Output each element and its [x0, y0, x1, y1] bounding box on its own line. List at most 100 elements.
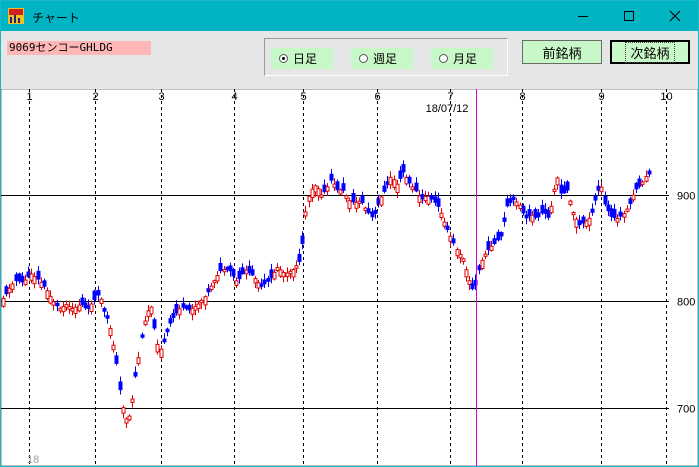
up-candle — [291, 269, 296, 278]
period-monthly-label: 月足 — [453, 52, 478, 66]
maximize-icon — [624, 11, 634, 21]
down-candle — [603, 196, 608, 205]
radio-unselected-icon — [359, 54, 368, 63]
down-candle — [382, 185, 387, 192]
period-daily-label: 日足 — [293, 52, 318, 66]
up-candle — [111, 344, 116, 351]
down-candle — [140, 334, 145, 338]
up-candle — [489, 245, 494, 251]
down-candle — [618, 211, 623, 217]
up-candle — [253, 278, 258, 284]
window-title: チャート — [32, 11, 80, 25]
price-label: 800 — [677, 297, 695, 309]
down-candle — [266, 277, 271, 282]
up-candle — [121, 407, 126, 414]
up-candle — [149, 306, 154, 315]
month-label: 1 — [26, 91, 32, 103]
up-candle — [480, 259, 485, 269]
down-candle — [511, 196, 516, 201]
up-candle — [555, 177, 560, 186]
radio-selected-icon — [279, 54, 288, 63]
down-candle — [351, 192, 356, 203]
down-candle — [168, 318, 173, 324]
down-candle — [451, 238, 456, 244]
up-candle — [143, 320, 148, 326]
down-candle — [360, 195, 365, 203]
maximize-button[interactable] — [606, 1, 652, 31]
up-candle — [458, 253, 463, 259]
down-candle — [152, 319, 157, 329]
up-candle — [631, 194, 636, 201]
down-candle — [590, 208, 595, 213]
up-candle — [99, 298, 104, 304]
radio-unselected-icon — [439, 54, 448, 63]
up-candle — [640, 181, 645, 185]
up-candle — [568, 200, 573, 206]
up-candle — [625, 208, 630, 212]
up-candle — [615, 217, 620, 223]
up-candle — [177, 308, 182, 316]
down-candle — [171, 312, 176, 319]
down-candle — [366, 208, 371, 214]
up-candle — [108, 327, 113, 337]
up-candle — [215, 275, 220, 282]
minimize-button[interactable] — [560, 1, 606, 31]
down-candle — [593, 195, 598, 201]
down-candle — [262, 279, 267, 285]
up-candle — [461, 258, 466, 263]
month-label: 2 — [92, 91, 98, 103]
up-candle — [1, 297, 6, 307]
down-candle — [133, 371, 138, 377]
down-candle — [162, 338, 167, 343]
up-candle — [325, 186, 330, 192]
up-candle — [127, 415, 132, 421]
up-candle — [514, 201, 519, 207]
month-label: 6 — [374, 91, 380, 103]
up-candle — [571, 212, 576, 216]
up-candle — [234, 280, 239, 286]
up-candle — [464, 269, 469, 278]
up-candle — [10, 283, 15, 290]
up-candle — [379, 196, 384, 206]
period-monthly-radio[interactable]: 月足 — [431, 48, 493, 69]
down-candle — [536, 212, 541, 218]
down-candle — [401, 164, 406, 173]
up-candle — [272, 271, 277, 280]
up-candle — [281, 271, 286, 278]
period-weekly-radio[interactable]: 週足 — [351, 48, 413, 69]
month-label: 10 — [660, 91, 672, 103]
down-candle — [329, 173, 334, 181]
period-daily-radio[interactable]: 日足 — [271, 48, 333, 69]
down-candle — [297, 253, 302, 262]
month-label: 8 — [519, 91, 525, 103]
plot-area — [1, 89, 698, 466]
up-candle — [303, 211, 308, 217]
up-candle — [410, 186, 415, 191]
down-candle — [36, 270, 41, 280]
close-icon — [669, 10, 681, 22]
period-weekly-label: 週足 — [373, 52, 398, 66]
prev-stock-button[interactable]: 前銘柄 — [522, 40, 602, 64]
up-candle — [73, 306, 78, 314]
up-candle — [209, 285, 214, 291]
month-label: 4 — [231, 91, 237, 103]
up-candle — [483, 253, 488, 257]
up-candle — [199, 299, 204, 304]
year-label: 18 — [27, 454, 39, 466]
down-candle — [577, 220, 582, 226]
down-candle — [341, 183, 346, 191]
down-candle — [92, 290, 97, 300]
down-candle — [55, 302, 60, 307]
candlestick-chart: 700 800 900 1 2 3 4 5 6 7 8 9 10 18 18/07/12 — [1, 89, 698, 466]
close-button[interactable] — [652, 1, 698, 31]
toolbar: 9069センコーGHLDG 日足 週足 月足 前銘柄 次銘柄 — [1, 31, 698, 89]
down-candle — [436, 198, 441, 207]
down-candle — [373, 209, 378, 214]
month-label: 9 — [598, 91, 604, 103]
minimize-icon — [578, 16, 588, 17]
up-candle — [51, 301, 56, 306]
down-candle — [445, 225, 450, 230]
next-stock-button[interactable]: 次銘柄 — [610, 40, 690, 64]
up-candle — [130, 398, 135, 403]
down-candle — [612, 208, 617, 219]
